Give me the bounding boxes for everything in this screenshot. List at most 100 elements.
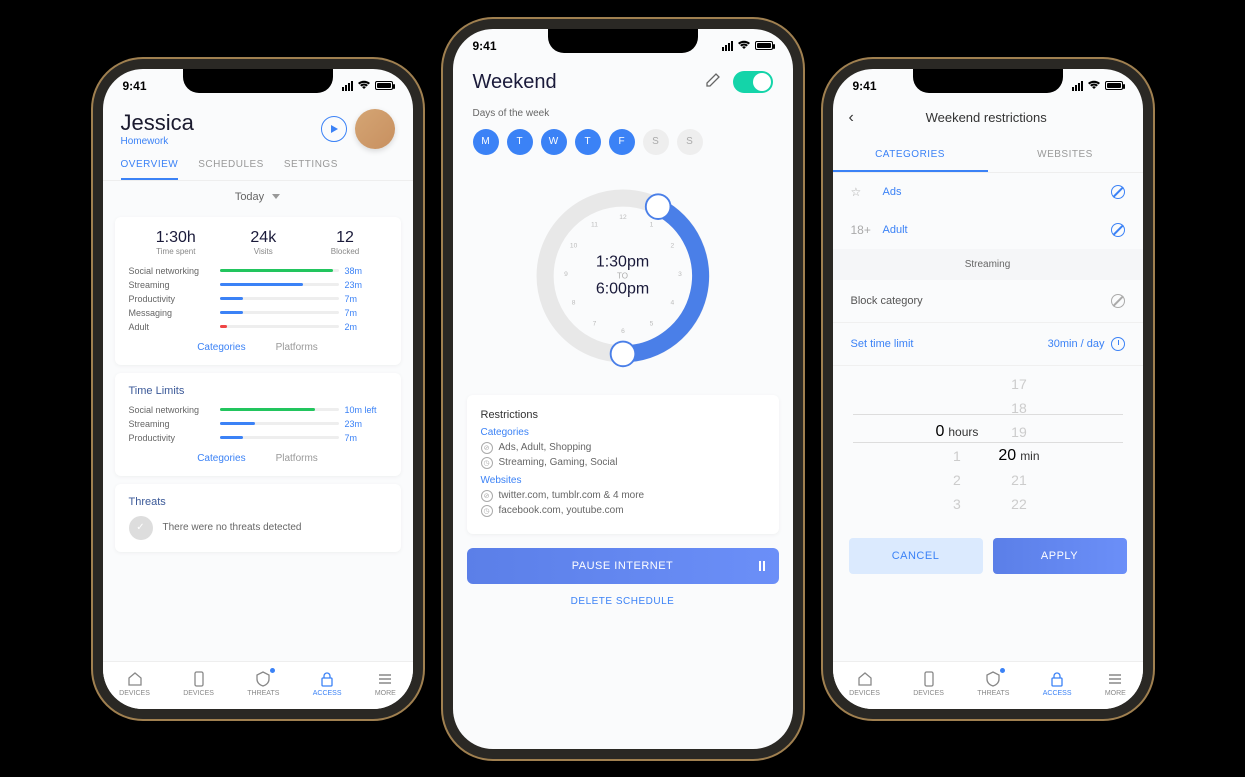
edit-icon[interactable] [705,72,721,93]
subtab-platforms[interactable]: Platforms [276,453,318,464]
picker-min[interactable]: 19 [1011,420,1027,444]
nav-devices[interactable]: DEVICES [119,670,150,697]
nav-more[interactable]: MORE [1105,670,1126,697]
tab-categories[interactable]: CATEGORIES [833,139,988,172]
toggle-switch[interactable] [733,71,773,93]
tab-overview[interactable]: OVERVIEW [121,159,179,180]
picker-min[interactable]: 18 [1011,396,1027,420]
nav-more[interactable]: MORE [375,670,396,697]
time-range-clock[interactable]: 1212 345 678 91011 1:30pm TO 6:00pm [528,181,718,371]
menu-icon [376,670,394,688]
time-limits-card: Time Limits Social networking 10m left S… [115,373,401,476]
clock-icon: ◷ [481,457,493,469]
play-button[interactable] [321,116,347,142]
tab-websites[interactable]: WEBSITES [988,139,1143,172]
menu-icon [1106,670,1124,688]
category-row[interactable]: Social networking 10m left [129,405,387,415]
shield-icon [254,670,272,688]
block-icon [1111,223,1125,237]
category-row[interactable]: Productivity 7m [129,294,387,304]
blocked-categories: Ads, Adult, Shopping [499,442,592,453]
section-header: Streaming [833,249,1143,280]
date-selector[interactable]: Today [103,181,413,213]
svg-text:1: 1 [649,221,653,228]
day-toggle[interactable]: W [541,129,567,155]
svg-text:8: 8 [571,299,575,306]
day-toggle[interactable]: T [575,129,601,155]
svg-text:3: 3 [678,271,682,278]
timed-websites: facebook.com, youtube.com [499,505,624,516]
nav-devices[interactable]: DEVICES [913,670,944,697]
status-time: 9:41 [853,79,877,93]
stat-blocked: 12 Blocked [331,229,359,256]
tab-schedules[interactable]: SCHEDULES [198,159,264,180]
categories-link[interactable]: Categories [481,427,765,438]
nav-threats[interactable]: THREATS [247,670,279,697]
phone-overview: 9:41 Jessica Homework OVERVIEW SCHEDULES… [103,69,413,709]
profile-sublabel[interactable]: Homework [121,136,194,147]
subtab-categories[interactable]: Categories [197,342,245,353]
time-picker[interactable]: 0 hours123 17181920 min2122 [833,366,1143,526]
picker-hour[interactable]: 3 [953,492,961,516]
tab-settings[interactable]: SETTINGS [284,159,338,180]
home-icon [856,670,874,688]
picker-hour[interactable]: 0 hours [935,420,978,444]
avatar[interactable] [355,109,395,149]
battery-icon [375,81,393,90]
block-icon [1111,294,1125,308]
clock-icon [1111,337,1125,351]
restriction-tabs: CATEGORIES WEBSITES [833,139,1143,173]
apply-button[interactable]: APPLY [993,538,1127,574]
battery-icon [1105,81,1123,90]
picker-min[interactable]: 17 [1011,372,1027,396]
notch [548,29,698,53]
category-row[interactable]: Messaging 7m [129,308,387,318]
picker-min[interactable]: 22 [1011,492,1027,516]
day-toggle[interactable]: T [507,129,533,155]
picker-hour[interactable]: 2 [953,468,961,492]
profile-tabs: OVERVIEW SCHEDULES SETTINGS [103,149,413,181]
status-time: 9:41 [123,79,147,93]
category-row[interactable]: Streaming 23m [129,280,387,290]
blocked-websites: twitter.com, tumblr.com & 4 more [499,490,645,501]
threats-title: Threats [129,496,387,508]
websites-link[interactable]: Websites [481,475,765,486]
delete-schedule-link[interactable]: DELETE SCHEDULE [453,590,793,621]
category-row[interactable]: Streaming 23m [129,419,387,429]
shield-icon [984,670,1002,688]
nav-devices[interactable]: DEVICES [183,670,214,697]
category-item[interactable]: 18+ Adult [833,211,1143,249]
day-toggle[interactable]: F [609,129,635,155]
nav-access[interactable]: ACCESS [1043,670,1072,697]
picker-min[interactable]: 21 [1011,468,1027,492]
nav-access[interactable]: ACCESS [313,670,342,697]
stat-timespent: 1:30h Time spent [156,229,196,256]
home-icon [126,670,144,688]
lock-icon [1048,670,1066,688]
timed-categories: Streaming, Gaming, Social [499,457,618,468]
day-toggle[interactable]: S [677,129,703,155]
day-toggle[interactable]: S [643,129,669,155]
nav-threats[interactable]: THREATS [977,670,1009,697]
date-label: Today [235,191,264,203]
subtab-categories[interactable]: Categories [197,453,245,464]
day-toggle[interactable]: M [473,129,499,155]
back-button[interactable]: ‹ [849,109,854,127]
category-row[interactable]: Productivity 7m [129,433,387,443]
time-limit-row[interactable]: Set time limit 30min / day [833,323,1143,366]
category-row[interactable]: Social networking 38m [129,266,387,276]
subtab-platforms[interactable]: Platforms [276,342,318,353]
block-category-row[interactable]: Block category [833,280,1143,323]
category-item[interactable]: ☆ Ads [833,173,1143,211]
nav-devices[interactable]: DEVICES [849,670,880,697]
svg-text:4: 4 [670,299,674,306]
picker-min[interactable]: 20 min [998,444,1039,468]
category-row[interactable]: Adult 2m [129,322,387,332]
bottom-nav: DEVICES DEVICES THREATS ACCESS MORE [103,661,413,709]
page-title: Weekend restrictions [866,110,1107,125]
stats-card: 1:30h Time spent 24k Visits 12 Blocked S… [115,217,401,365]
pause-internet-button[interactable]: PAUSE INTERNET [467,548,779,584]
picker-hour[interactable]: 1 [953,444,961,468]
cancel-button[interactable]: CANCEL [849,538,983,574]
device-icon [920,670,938,688]
